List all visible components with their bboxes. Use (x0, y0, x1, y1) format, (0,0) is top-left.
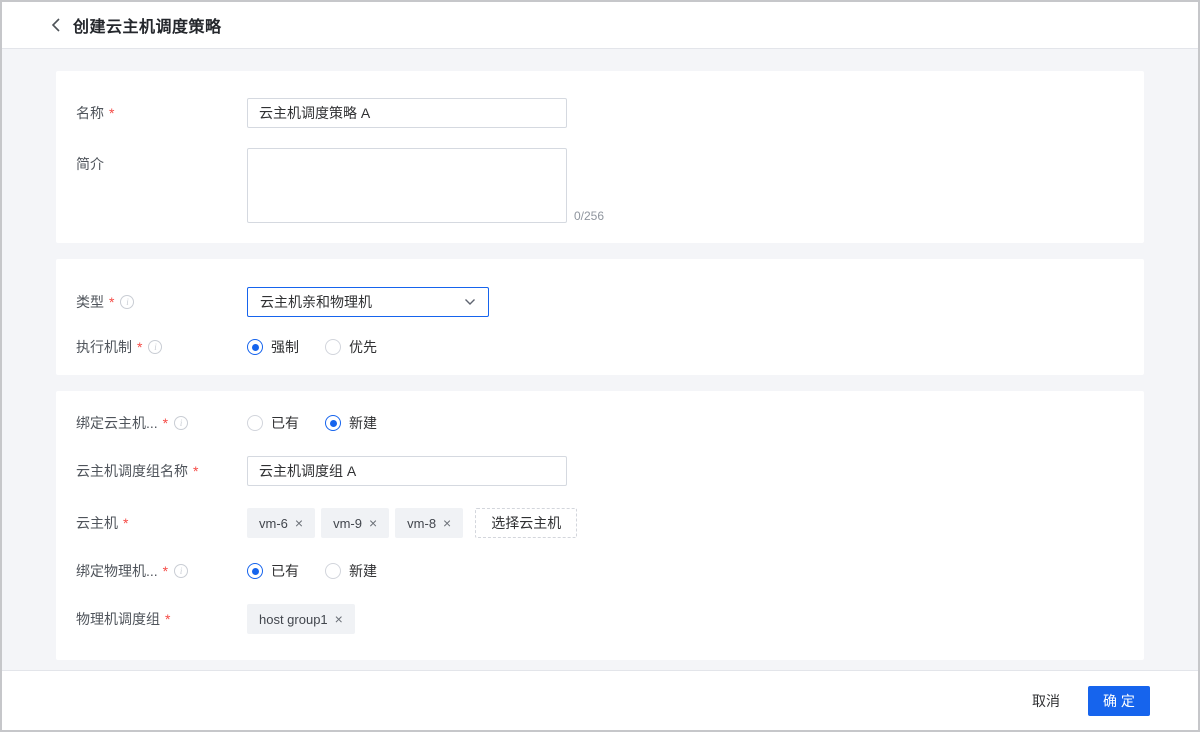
bind-host-group-radio-group: 已有 新建 (247, 561, 377, 581)
char-counter: 0/256 (574, 209, 604, 223)
bind-vm-group-row: 绑定云主机... * i 已有 新建 (76, 413, 1124, 433)
radio-icon (325, 415, 341, 431)
mechanism-row: 执行机制 * i 强制 优先 (76, 337, 1124, 357)
intro-textarea[interactable] (247, 148, 567, 223)
mechanism-label: 执行机制 * i (76, 337, 247, 357)
vm-group-name-label: 云主机调度组名称 * (76, 461, 247, 481)
radio-icon (247, 339, 263, 355)
host-group-tag: host group1 × (247, 604, 355, 634)
radio-icon (247, 563, 263, 579)
binding-card: 绑定云主机... * i 已有 新建 云主机调度组 (56, 391, 1144, 660)
page-header: 创建云主机调度策略 (2, 2, 1198, 49)
name-row: 名称 * (76, 98, 1124, 128)
back-icon[interactable] (47, 16, 65, 34)
tag-close-icon[interactable]: × (335, 612, 343, 626)
required-asterisk: * (123, 515, 128, 531)
host-group-tag-list: host group1 × (247, 604, 355, 634)
confirm-button[interactable]: 确 定 (1088, 686, 1150, 716)
vm-tag: vm-6 × (247, 508, 315, 538)
footer-action-bar: 取消 确 定 (2, 670, 1198, 730)
tag-close-icon[interactable]: × (369, 516, 377, 530)
intro-field: 0/256 (247, 148, 604, 223)
required-asterisk: * (109, 294, 114, 310)
bind-vm-group-radio-group: 已有 新建 (247, 413, 377, 433)
basic-info-card: 名称 * 简介 0/256 (56, 71, 1144, 243)
required-asterisk: * (109, 105, 114, 121)
form-content: 名称 * 简介 0/256 类型 * i (2, 49, 1198, 670)
vm-group-name-input[interactable] (247, 456, 567, 486)
required-asterisk: * (165, 611, 170, 627)
select-vm-button[interactable]: 选择云主机 (475, 508, 577, 538)
intro-row: 简介 0/256 (76, 148, 1124, 223)
bind-host-group-label: 绑定物理机... * i (76, 561, 247, 581)
cancel-button[interactable]: 取消 (1032, 691, 1060, 711)
radio-icon (247, 415, 263, 431)
bind-host-group-row: 绑定物理机... * i 已有 新建 (76, 561, 1124, 581)
create-scheduling-policy-page: 创建云主机调度策略 名称 * 简介 0/256 (0, 0, 1200, 732)
type-select[interactable]: 云主机亲和物理机 (247, 287, 489, 317)
host-group-row: 物理机调度组 * host group1 × (76, 604, 1124, 634)
radio-icon (325, 563, 341, 579)
vms-row: 云主机 * vm-6 × vm-9 × vm-8 × (76, 508, 1124, 538)
name-input[interactable] (247, 98, 567, 128)
page-title: 创建云主机调度策略 (73, 13, 222, 37)
vm-tag-list: vm-6 × vm-9 × vm-8 × 选择云主机 (247, 508, 577, 538)
radio-vm-new[interactable]: 新建 (325, 413, 377, 433)
bind-vm-group-label: 绑定云主机... * i (76, 413, 247, 433)
intro-label: 简介 (76, 148, 247, 174)
info-icon[interactable]: i (148, 340, 162, 354)
info-icon[interactable]: i (174, 564, 188, 578)
info-icon[interactable]: i (120, 295, 134, 309)
radio-mandatory[interactable]: 强制 (247, 337, 299, 357)
type-label: 类型 * i (76, 292, 247, 312)
required-asterisk: * (163, 415, 168, 431)
chevron-down-icon (464, 298, 476, 306)
vm-tag: vm-8 × (395, 508, 463, 538)
required-asterisk: * (193, 463, 198, 479)
type-select-value: 云主机亲和物理机 (260, 292, 372, 312)
tag-close-icon[interactable]: × (443, 516, 451, 530)
vm-group-name-row: 云主机调度组名称 * (76, 456, 1124, 486)
mechanism-radio-group: 强制 优先 (247, 337, 377, 357)
name-label: 名称 * (76, 103, 247, 123)
tag-close-icon[interactable]: × (295, 516, 303, 530)
required-asterisk: * (137, 339, 142, 355)
info-icon[interactable]: i (174, 416, 188, 430)
radio-host-new[interactable]: 新建 (325, 561, 377, 581)
vm-tag: vm-9 × (321, 508, 389, 538)
vms-label: 云主机 * (76, 513, 247, 533)
radio-preferred[interactable]: 优先 (325, 337, 377, 357)
radio-host-existing[interactable]: 已有 (247, 561, 299, 581)
host-group-label: 物理机调度组 * (76, 609, 247, 629)
radio-icon (325, 339, 341, 355)
radio-vm-existing[interactable]: 已有 (247, 413, 299, 433)
type-card: 类型 * i 云主机亲和物理机 执行机制 * i (56, 259, 1144, 375)
required-asterisk: * (163, 563, 168, 579)
type-row: 类型 * i 云主机亲和物理机 (76, 287, 1124, 317)
